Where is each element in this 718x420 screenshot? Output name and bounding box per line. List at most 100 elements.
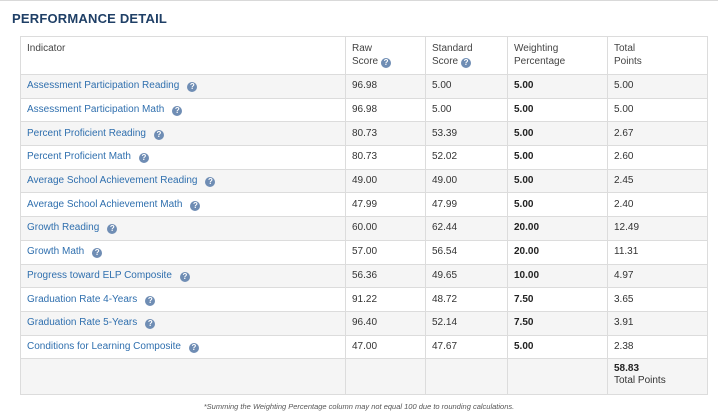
question-circle-icon[interactable]: ? <box>381 58 392 68</box>
weighting-percentage-cell: 20.00 <box>507 239 608 265</box>
indicator-cell: Progress toward ELP Composite? <box>20 263 346 289</box>
total-points-cell: 2.40 <box>607 192 708 218</box>
standard-score-cell: 48.72 <box>425 287 508 312</box>
indicator-link[interactable]: Percent Proficient Math <box>27 151 131 162</box>
table-row: Percent Proficient Reading? 80.73 53.39 5.0… <box>20 121 708 147</box>
question-circle-icon[interactable]: ? <box>172 106 183 117</box>
table-row: Growth Math? 57.00 56.54 20.00 11.31 <box>20 239 708 265</box>
raw-score-cell: 57.00 <box>345 239 426 265</box>
question-circle-icon[interactable]: ? <box>153 129 164 140</box>
weighting-percentage-cell: 5.00 <box>507 74 608 99</box>
total-points-cell: 3.65 <box>607 287 708 312</box>
question-circle-icon[interactable]: ? <box>190 200 201 211</box>
indicator-link[interactable]: Assessment Participation Reading <box>27 80 179 91</box>
weighting-percentage-cell: 7.50 <box>507 310 608 336</box>
indicator-link[interactable]: Progress toward ELP Composite <box>27 270 172 281</box>
question-circle-icon[interactable]: ? <box>187 82 198 93</box>
raw-score-cell: 96.98 <box>345 74 426 99</box>
total-points-label: Total Points <box>614 375 666 387</box>
table-row: Graduation Rate 5-Years? 96.40 52.14 7.50 3.… <box>20 310 708 336</box>
weighting-percentage-cell: 5.00 <box>507 192 608 218</box>
table-row: Average School Achievement Math? 47.99 47.… <box>20 192 708 218</box>
weighting-percentage-cell: 5.00 <box>507 97 608 123</box>
question-circle-icon[interactable]: ? <box>461 58 472 68</box>
total-points-cell: 2.60 <box>607 145 708 170</box>
table-row: Assessment Participation Reading? 96.98 5.… <box>20 74 708 99</box>
totals-empty-cell <box>507 358 608 396</box>
raw-score-cell: 47.00 <box>345 334 426 360</box>
indicator-link[interactable]: Conditions for Learning Composite <box>27 341 181 352</box>
total-points-cell: 12.49 <box>607 216 708 241</box>
standard-score-cell: 53.39 <box>425 121 508 147</box>
raw-score-cell: 49.00 <box>345 168 426 194</box>
indicator-cell: Average School Achievement Math? <box>20 192 346 218</box>
weighting-percentage-cell: 7.50 <box>507 287 608 312</box>
header-standard-score: Standard Score? <box>425 36 508 75</box>
header-indicator: Indicator <box>20 36 346 75</box>
table-row: Growth Reading? 60.00 62.44 20.00 12.49 <box>20 216 708 241</box>
indicator-cell: Graduation Rate 4-Years? <box>20 287 346 312</box>
section-title: PERFORMANCE DETAIL <box>12 11 168 26</box>
total-points-cell: 4.97 <box>607 263 708 289</box>
standard-score-cell: 62.44 <box>425 216 508 241</box>
totals-empty-cell <box>425 358 508 396</box>
total-points-cell: 2.67 <box>607 121 708 147</box>
total-points-cell: 3.91 <box>607 310 708 336</box>
raw-score-cell: 96.40 <box>345 310 426 336</box>
question-circle-icon[interactable]: ? <box>205 177 216 188</box>
indicator-cell: Growth Math? <box>20 239 346 265</box>
indicator-link[interactable]: Graduation Rate 4-Years <box>27 294 137 305</box>
raw-score-cell: 56.36 <box>345 263 426 289</box>
performance-detail-table: Indicator Raw Score? Standard Score? Wei… <box>20 36 708 396</box>
total-points-cell: 2.38 <box>607 334 708 360</box>
question-circle-icon[interactable]: ? <box>179 271 190 282</box>
weighting-percentage-cell: 5.00 <box>507 145 608 170</box>
question-circle-icon[interactable]: ? <box>138 153 149 164</box>
header-raw-score: Raw Score? <box>345 36 426 75</box>
question-circle-icon[interactable]: ? <box>188 342 199 353</box>
indicator-link[interactable]: Growth Math <box>27 246 84 257</box>
indicator-link[interactable]: Growth Reading <box>27 222 99 233</box>
standard-score-cell: 47.99 <box>425 192 508 218</box>
table-row: Progress toward ELP Composite? 56.36 49.65… <box>20 263 708 289</box>
header-weighting-percentage: Weighting Percentage <box>507 36 608 75</box>
total-points-cell: 2.45 <box>607 168 708 194</box>
indicator-cell: Growth Reading? <box>20 216 346 241</box>
indicator-link[interactable]: Average School Achievement Reading <box>27 175 197 186</box>
total-points-cell: 11.31 <box>607 239 708 265</box>
table-row: Assessment Participation Math? 96.98 5.00 5… <box>20 97 708 123</box>
weighting-percentage-cell: 10.00 <box>507 263 608 289</box>
total-points-cell: 58.83 Total Points <box>607 358 708 396</box>
weighting-percentage-cell: 5.00 <box>507 121 608 147</box>
indicator-link[interactable]: Average School Achievement Math <box>27 199 182 210</box>
weighting-percentage-cell: 5.00 <box>507 334 608 360</box>
raw-score-cell: 91.22 <box>345 287 426 312</box>
question-circle-icon[interactable]: ? <box>145 295 156 306</box>
raw-score-cell: 47.99 <box>345 192 426 218</box>
totals-row: 58.83 Total Points <box>20 358 708 396</box>
raw-score-cell: 80.73 <box>345 145 426 170</box>
standard-score-cell: 47.67 <box>425 334 508 360</box>
total-points-cell: 5.00 <box>607 97 708 123</box>
totals-empty-cell <box>20 358 346 396</box>
indicator-cell: Percent Proficient Reading? <box>20 121 346 147</box>
performance-detail-table-container: Indicator Raw Score? Standard Score? Wei… <box>20 36 708 396</box>
table-row: Graduation Rate 4-Years? 91.22 48.72 7.50 3.… <box>20 287 708 312</box>
question-circle-icon[interactable]: ? <box>107 224 118 235</box>
indicator-cell: Average School Achievement Reading? <box>20 168 346 194</box>
standard-score-cell: 49.00 <box>425 168 508 194</box>
indicator-link[interactable]: Assessment Participation Math <box>27 104 164 115</box>
indicator-cell: Conditions for Learning Composite? <box>20 334 346 360</box>
standard-score-cell: 52.14 <box>425 310 508 336</box>
indicator-cell: Assessment Participation Math? <box>20 97 346 123</box>
header-total-points: Total Points <box>607 36 708 75</box>
table-header-row: Indicator Raw Score? Standard Score? Wei… <box>20 36 708 75</box>
table-row: Average School Achievement Reading? 49.00… <box>20 168 708 194</box>
indicator-cell: Assessment Participation Reading? <box>20 74 346 99</box>
question-circle-icon[interactable]: ? <box>92 248 103 259</box>
question-circle-icon[interactable]: ? <box>145 319 156 330</box>
indicator-link[interactable]: Graduation Rate 5-Years <box>27 317 137 328</box>
indicator-link[interactable]: Percent Proficient Reading <box>27 128 146 139</box>
table-row: Percent Proficient Math? 80.73 52.02 5.00 2.… <box>20 145 708 170</box>
standard-score-cell: 56.54 <box>425 239 508 265</box>
